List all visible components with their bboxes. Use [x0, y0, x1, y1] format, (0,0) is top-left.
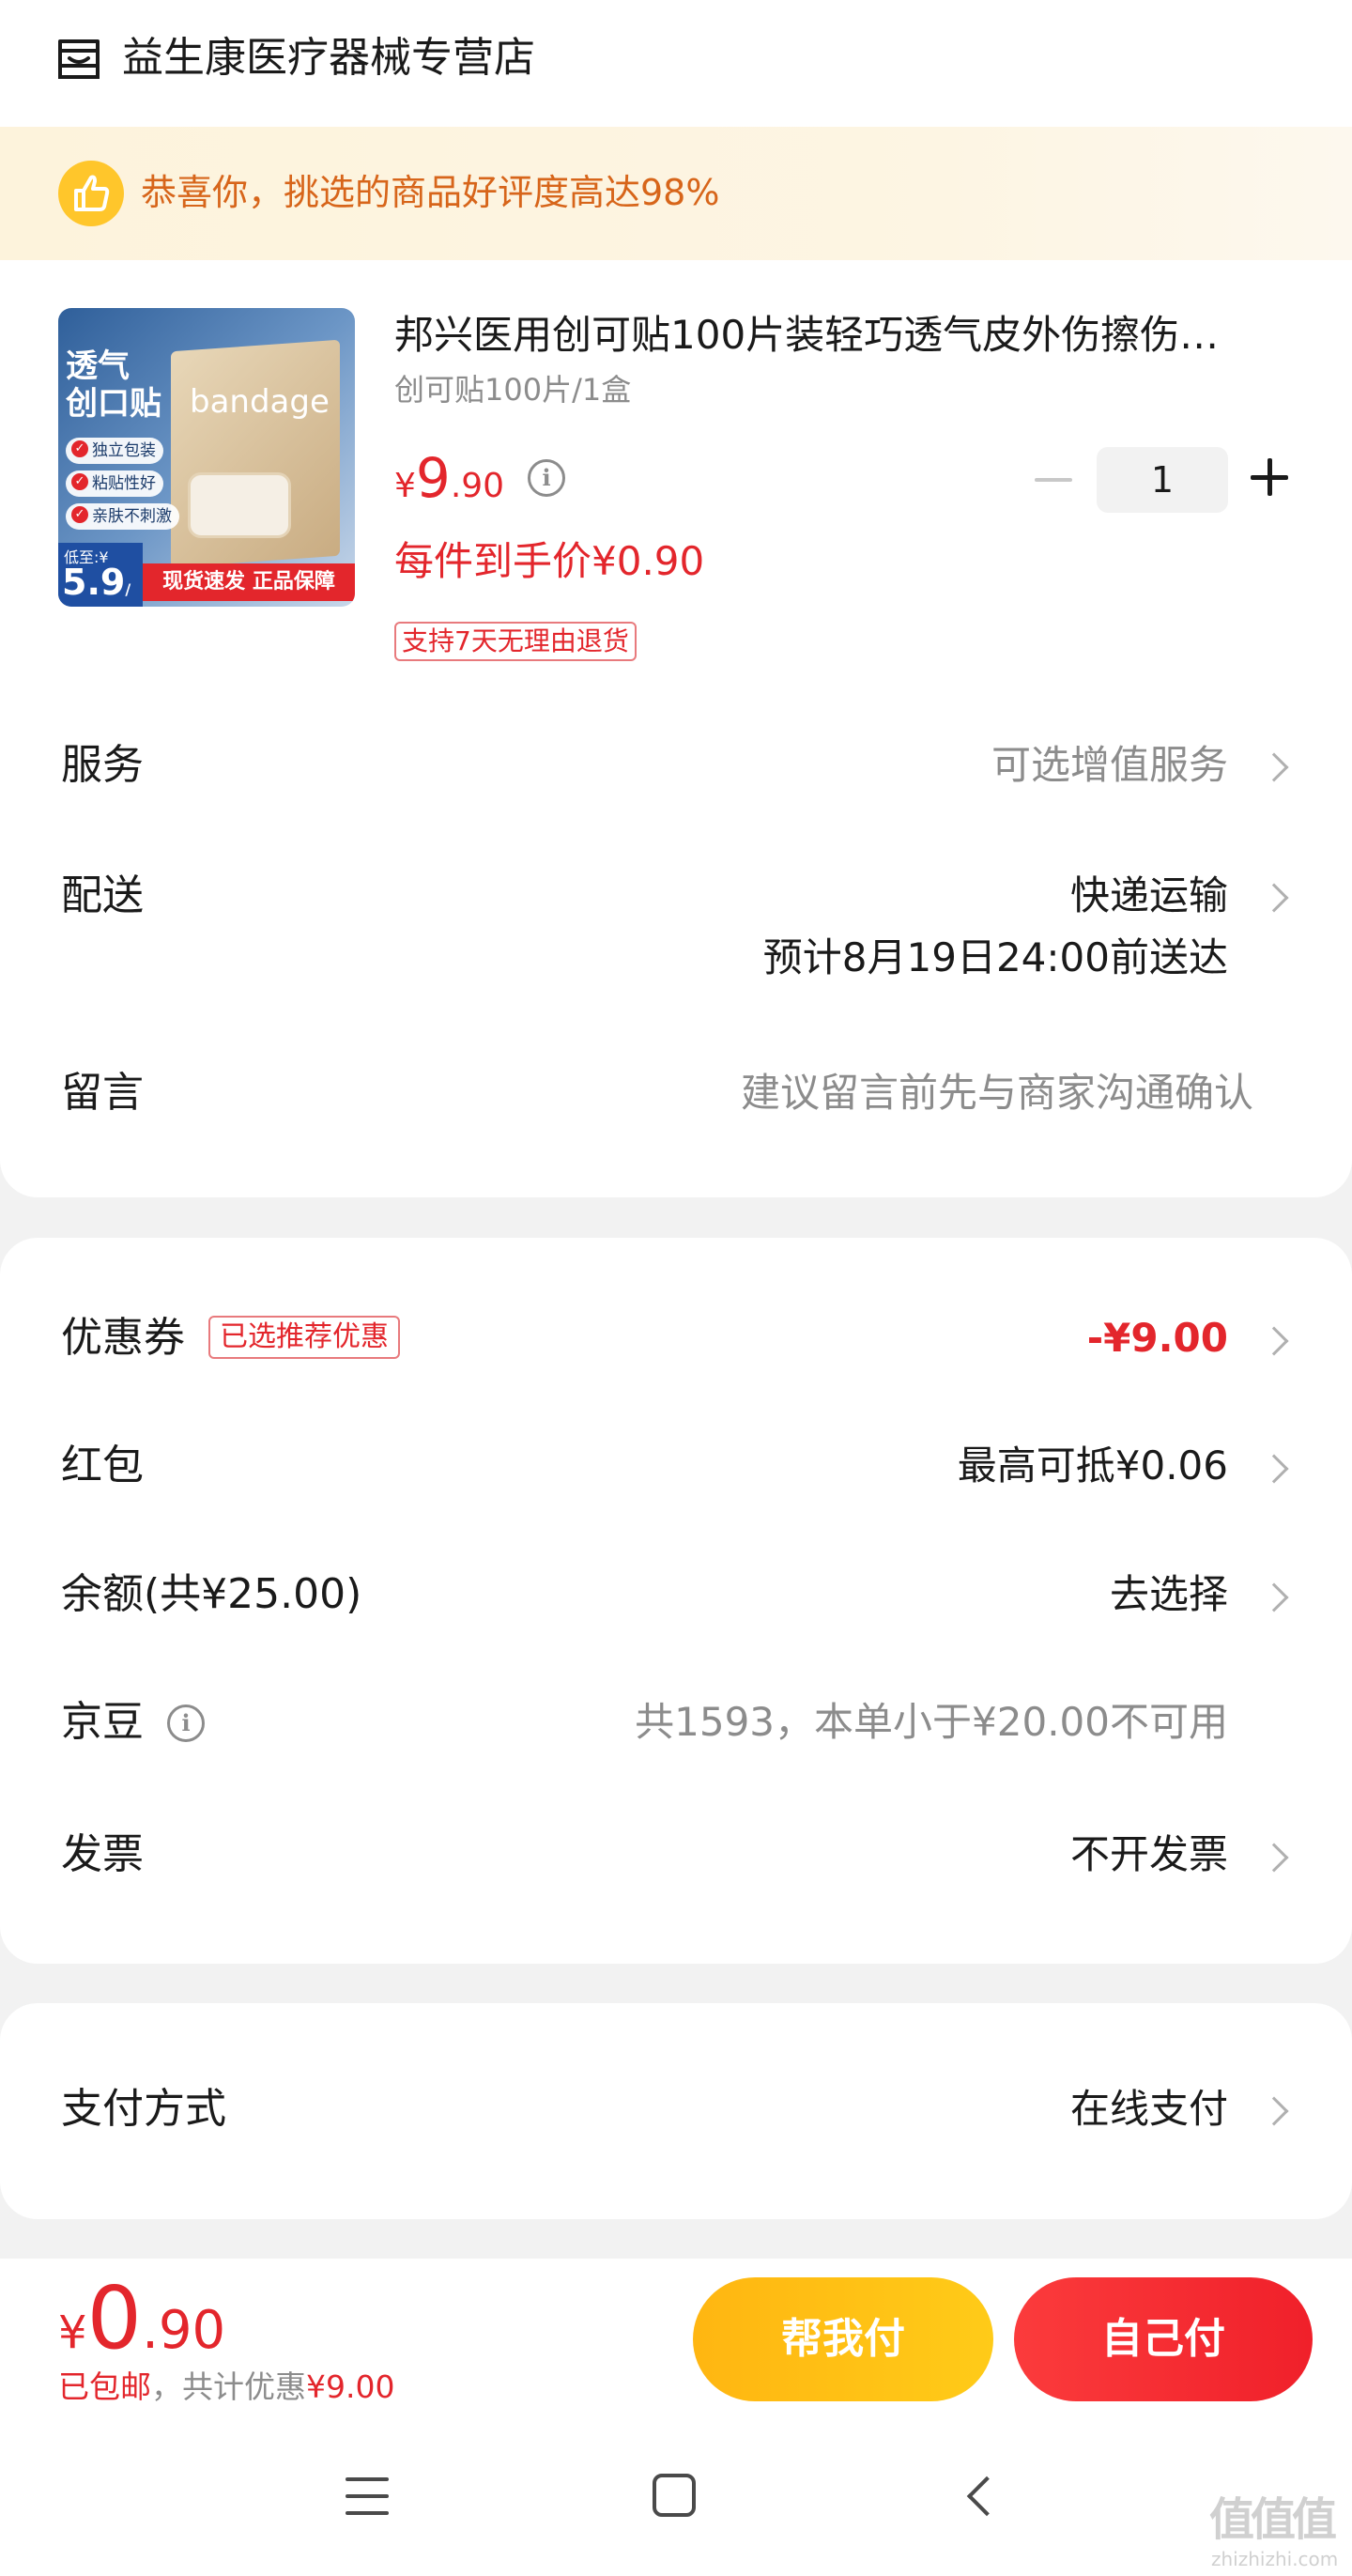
- red-packet-label: 红包: [61, 1442, 144, 1489]
- product-image-title: 透气 创口贴: [66, 347, 161, 423]
- service-value[interactable]: 可选增值服务: [991, 735, 1228, 795]
- payment-method-label: 支付方式: [61, 2085, 226, 2133]
- invoice-label: 发票: [61, 1830, 144, 1878]
- watermark: 值值值: [1209, 2493, 1337, 2546]
- watermark-url: zhizhizhi.com: [1211, 2548, 1339, 2570]
- shipping-discount-note: 已包邮，共计优惠¥9.00: [58, 2368, 395, 2405]
- delivery-label: 配送: [61, 872, 144, 919]
- rating-banner: 恭喜你，挑选的商品好评度高达98%: [0, 127, 1352, 260]
- coupon-recommend-badge: 已选推荐优惠: [208, 1316, 400, 1359]
- product-spec: 创可贴100片/1盒: [394, 372, 632, 408]
- thumbs-up-icon: [58, 161, 124, 226]
- product-image-tag: 亲肤不刺激: [66, 503, 179, 530]
- pay-self-button[interactable]: 自己付: [1014, 2277, 1313, 2401]
- menu-icon[interactable]: [346, 2477, 389, 2515]
- product-image-brand: bandage: [190, 383, 330, 421]
- jingdou-info-icon[interactable]: i: [167, 1704, 205, 1742]
- coupon-value[interactable]: -¥9.00: [1087, 1308, 1228, 1368]
- price-info-icon[interactable]: i: [528, 459, 565, 497]
- delivery-value[interactable]: 快递运输: [1070, 866, 1228, 926]
- product-image-tag: 独立包装: [66, 438, 163, 464]
- message-input[interactable]: 建议留言前先与商家沟通确认: [741, 1063, 1253, 1123]
- invoice-value[interactable]: 不开发票: [1070, 1825, 1228, 1885]
- return-policy-badge: 支持7天无理由退货: [394, 622, 637, 661]
- balance-label: 余额(共¥25.00): [61, 1570, 362, 1618]
- product-image[interactable]: bandage 透气 创口贴 独立包装 粘贴性好 亲肤不刺激 低至:¥ 5.9/…: [58, 308, 355, 607]
- home-icon[interactable]: [653, 2474, 696, 2517]
- coupon-label: 优惠券: [61, 1314, 185, 1362]
- payment-method-value[interactable]: 在线支付: [1070, 2079, 1228, 2139]
- quantity-input[interactable]: 1: [1097, 447, 1228, 513]
- quantity-increase-button[interactable]: [1249, 456, 1290, 498]
- product-image-tag: 粘贴性好: [66, 470, 163, 497]
- delivery-eta: 预计8月19日24:00前送达: [762, 934, 1228, 980]
- balance-value[interactable]: 去选择: [1110, 1565, 1228, 1625]
- product-title[interactable]: 邦兴医用创可贴100片装轻巧透气皮外伤擦伤…: [394, 307, 1296, 363]
- message-label: 留言: [61, 1069, 144, 1117]
- jingdou-value: 共1593，本单小于¥20.00不可用: [635, 1699, 1228, 1745]
- per-item-price: 每件到手价¥0.90: [394, 538, 705, 584]
- product-price: ¥9.90: [394, 446, 505, 510]
- red-packet-value[interactable]: 最高可抵¥0.06: [958, 1436, 1228, 1496]
- quantity-decrease-button[interactable]: [1033, 452, 1074, 508]
- shop-name[interactable]: 益生康医疗器械专营店: [122, 28, 535, 88]
- product-image-price: 低至:¥ 5.9/盒: [58, 543, 143, 607]
- shop-header[interactable]: 益生康医疗器械专营店: [0, 0, 1352, 122]
- ask-friend-pay-button[interactable]: 帮我付: [693, 2277, 993, 2401]
- store-icon: [58, 39, 100, 79]
- service-label: 服务: [61, 741, 144, 789]
- jingdou-label: 京豆: [61, 1698, 144, 1746]
- bandage-graphic: [188, 472, 291, 538]
- rating-text: 恭喜你，挑选的商品好评度高达98%: [141, 172, 720, 213]
- product-image-ribbon: 现货速发 正品保障: [143, 563, 355, 601]
